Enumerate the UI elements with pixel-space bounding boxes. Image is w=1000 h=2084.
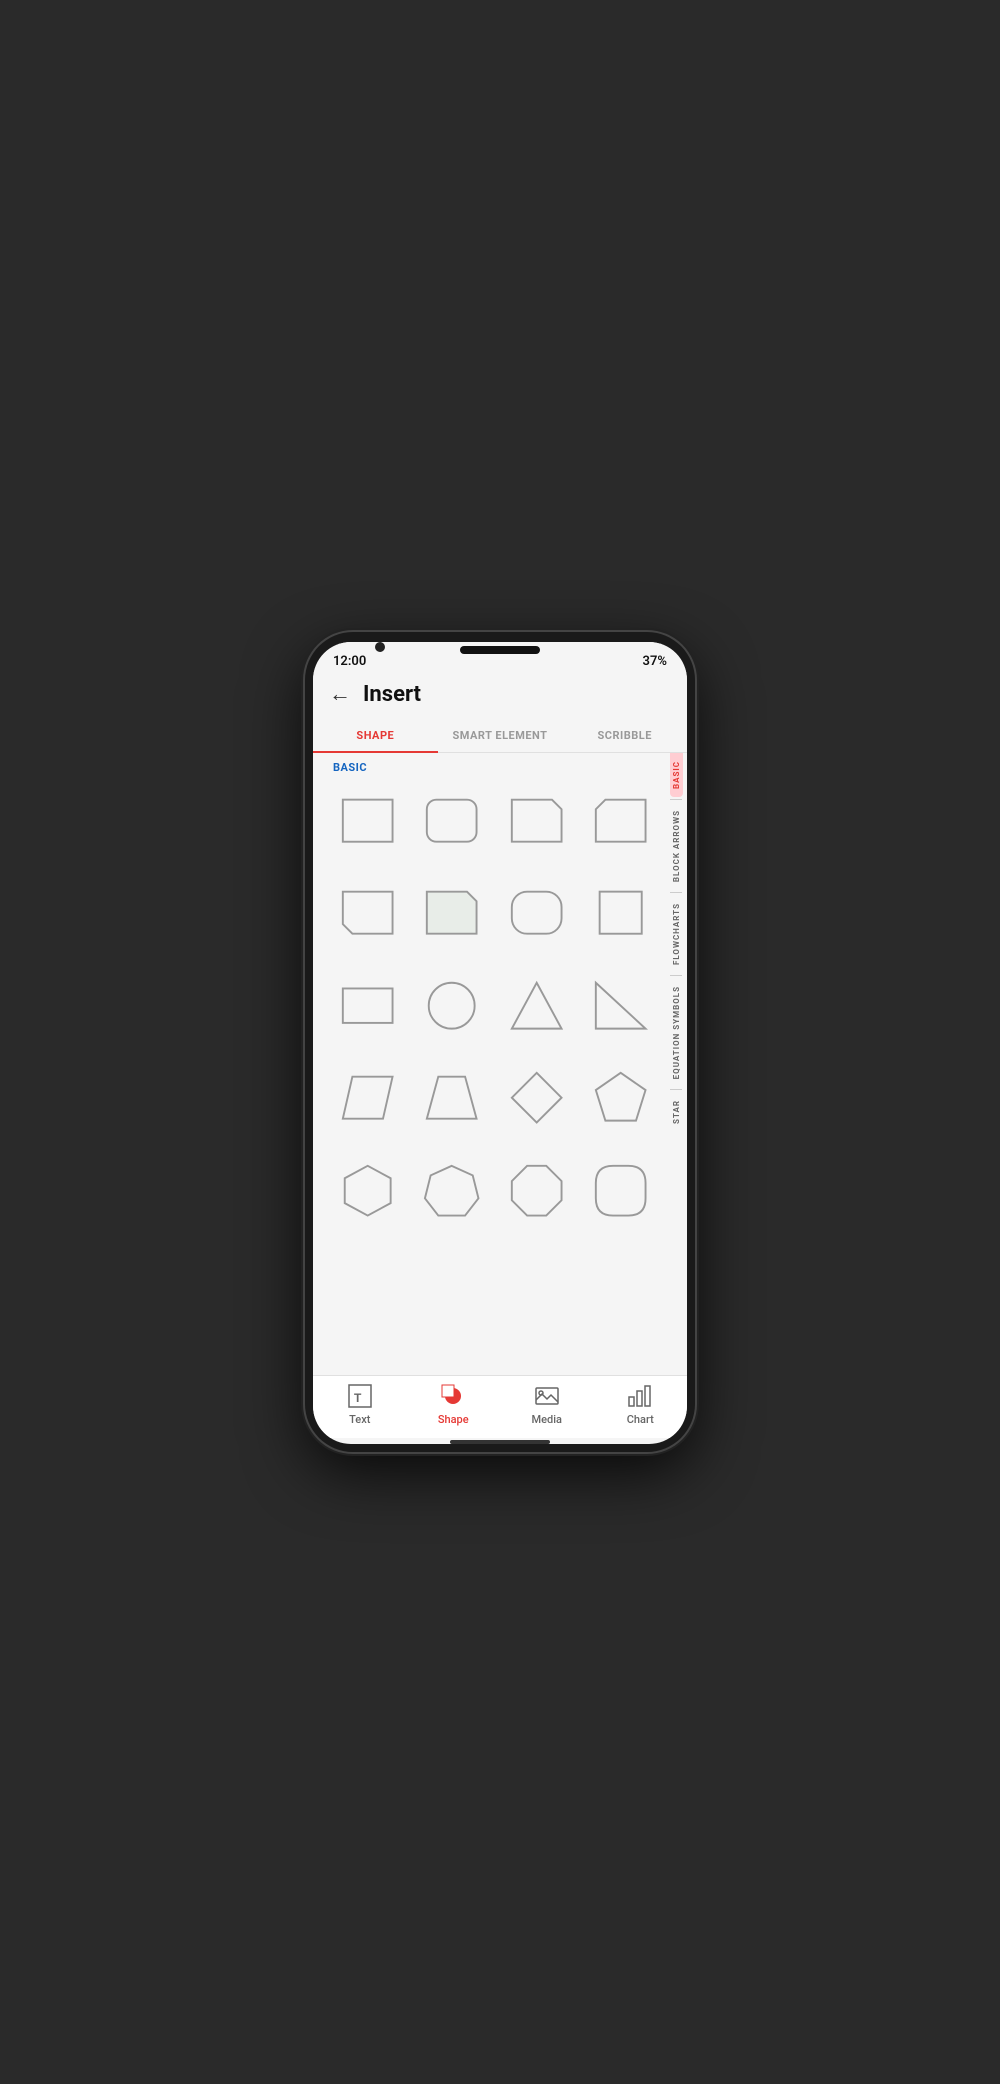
shapes-row-4 [329, 1060, 679, 1137]
side-label-equation[interactable]: EQUATION SYMBOLS [670, 978, 683, 1087]
chart-icon [626, 1382, 654, 1410]
shape-cut-corner-tr[interactable] [414, 875, 491, 952]
shape-parallelogram[interactable] [329, 1060, 406, 1137]
speaker [460, 646, 540, 654]
status-battery: 37% [643, 654, 667, 669]
shape-diamond[interactable] [498, 1060, 575, 1137]
svg-text:T: T [354, 1391, 362, 1405]
shape-rounded-rectangle[interactable] [414, 782, 491, 859]
shapes-row-2 [329, 875, 679, 952]
nav-label-chart: Chart [627, 1413, 654, 1426]
shape-square[interactable] [583, 875, 660, 952]
shape-pentagon[interactable] [583, 1060, 660, 1137]
shape-snipped-rectangle[interactable] [498, 782, 575, 859]
nav-item-shape[interactable]: Shape [407, 1382, 501, 1426]
shapes-row-5 [329, 1152, 679, 1229]
side-labels: BASIC BLOCK ARROWS FLOWCHARTS EQUATION S… [665, 753, 687, 1375]
shape-nav-icon [439, 1382, 467, 1410]
back-button[interactable]: ← [329, 681, 351, 707]
side-label-basic[interactable]: BASIC [670, 753, 683, 797]
shape-rounded-large[interactable] [498, 875, 575, 952]
content-area: BASIC [313, 753, 687, 1375]
side-label-flowcharts[interactable]: FLOWCHARTS [670, 895, 683, 973]
side-label-block-arrows[interactable]: BLOCK ARROWS [670, 802, 683, 890]
nav-item-media[interactable]: Media [500, 1382, 594, 1426]
shapes-row-3 [329, 967, 679, 1044]
tab-scribble[interactable]: SCRIBBLE [562, 719, 687, 752]
side-divider-1 [670, 799, 682, 800]
page-title: Insert [363, 682, 421, 707]
shape-hexagon[interactable] [329, 1152, 406, 1229]
shape-trapezoid[interactable] [414, 1060, 491, 1137]
nav-item-text[interactable]: T Text [313, 1382, 407, 1426]
shape-circle[interactable] [414, 967, 491, 1044]
nav-item-chart[interactable]: Chart [594, 1382, 688, 1426]
shape-snipped-rectangle-2[interactable] [583, 782, 660, 859]
tab-smart-element[interactable]: SMART ELEMENT [438, 719, 563, 752]
shape-rectangle[interactable] [329, 782, 406, 859]
camera [375, 642, 385, 652]
side-divider-3 [670, 975, 682, 976]
tab-shape[interactable]: SHAPE [313, 719, 438, 752]
nav-label-media: Media [532, 1413, 562, 1426]
shape-right-triangle[interactable] [583, 967, 660, 1044]
nav-label-text: Text [349, 1413, 370, 1426]
shape-cut-corner-bl[interactable] [329, 875, 406, 952]
side-divider-2 [670, 892, 682, 893]
side-label-star[interactable]: STAR [670, 1092, 683, 1132]
header: ← Insert [313, 673, 687, 719]
shape-triangle[interactable] [498, 967, 575, 1044]
status-time: 12:00 [333, 654, 366, 669]
shape-rounded-octagon[interactable] [583, 1152, 660, 1229]
home-indicator [450, 1440, 550, 1444]
bottom-nav: T Text Shape [313, 1375, 687, 1438]
phone-screen: 12:00 37% ← Insert SHAPE SMART ELEMENT S… [313, 642, 687, 1444]
shape-rectangle-sm[interactable] [329, 967, 406, 1044]
phone-frame: 12:00 37% ← Insert SHAPE SMART ELEMENT S… [305, 632, 695, 1452]
side-divider-4 [670, 1089, 682, 1090]
nav-label-shape: Shape [438, 1413, 469, 1426]
text-icon: T [346, 1382, 374, 1410]
shape-heptagon[interactable] [414, 1152, 491, 1229]
media-icon [533, 1382, 561, 1410]
shape-octagon[interactable] [498, 1152, 575, 1229]
tabs-container: SHAPE SMART ELEMENT SCRIBBLE [313, 719, 687, 753]
section-label-basic: BASIC [329, 761, 679, 774]
shapes-main: BASIC [313, 753, 687, 1375]
shapes-row-1 [329, 782, 679, 859]
